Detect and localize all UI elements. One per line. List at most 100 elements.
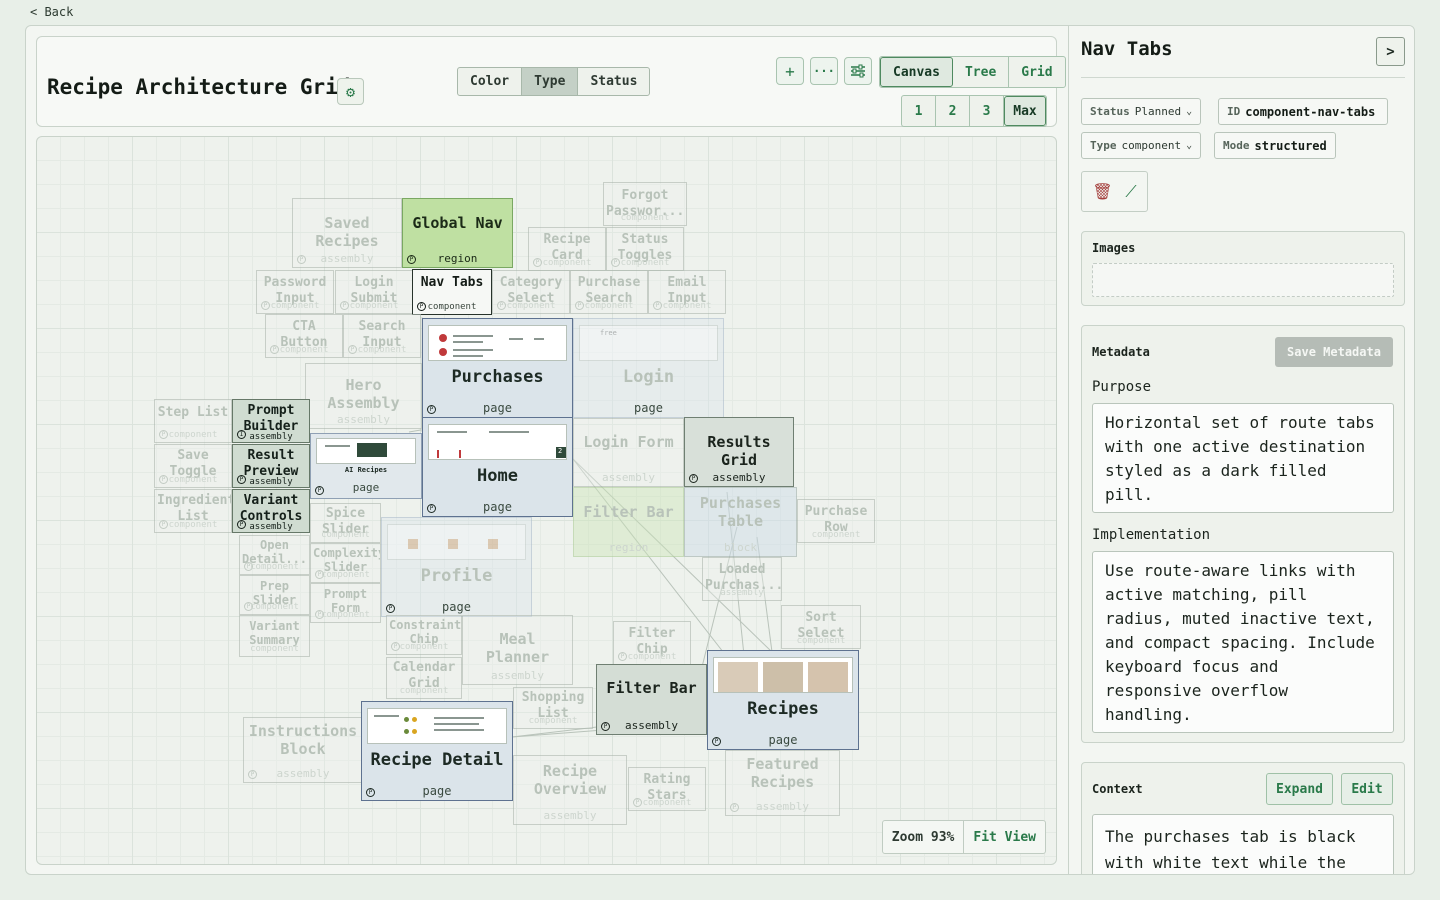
type-select[interactable]: Type component ⌄	[1081, 132, 1202, 159]
view-canvas[interactable]: Canvas	[880, 57, 953, 87]
node-variant-summary[interactable]: Variant Summary component	[239, 615, 310, 657]
metadata-label: Metadata	[1092, 345, 1150, 359]
depth-3[interactable]: 3	[970, 96, 1004, 126]
node-meal-planner[interactable]: Meal Planner assembly	[462, 615, 573, 685]
node-login-form[interactable]: Login Form assembly	[573, 418, 684, 487]
app-window: Recipe Architecture Grid ⚙ Color Type St…	[25, 25, 1415, 875]
node-hero-assembly[interactable]: Hero Assembly assembly	[305, 363, 422, 429]
gear-icon: ⚙	[345, 82, 356, 101]
node-purchases[interactable]: Purchases Ppage	[422, 318, 573, 418]
lens-type[interactable]: Type	[522, 68, 579, 95]
inspector-panel: Nav Tabs > Status Planned ⌄ ID component…	[1068, 26, 1414, 874]
node-login-submit[interactable]: Login Submit Pcomponent	[335, 270, 413, 314]
sliders-icon	[851, 64, 865, 78]
node-ai-recipes[interactable]: AI Recipes Ppage	[310, 433, 422, 499]
node-search-input[interactable]: Search Input Pcomponent	[343, 314, 421, 358]
node-status-toggles[interactable]: Status Toggles Pcomponent	[606, 227, 684, 271]
lens-color[interactable]: Color	[458, 68, 523, 95]
node-home[interactable]: 2 Home Ppage	[422, 417, 573, 517]
node-loaded-purchases[interactable]: Loaded Purchas... assembly	[702, 557, 782, 601]
fit-view-button[interactable]: Fit View	[964, 821, 1045, 853]
node-cta-button[interactable]: CTA Button Pcomponent	[265, 314, 343, 358]
context-label: Context	[1092, 782, 1143, 796]
node-result-preview[interactable]: Result Preview Passembly	[232, 444, 310, 488]
node-save-toggle[interactable]: Save Toggle Pcomponent	[154, 444, 232, 488]
node-constraint-chip[interactable]: Constraint Chip Pcomponent	[386, 615, 462, 655]
id-value: component-nav-tabs	[1245, 104, 1376, 119]
implementation-textarea[interactable]: Use route-aware links with active matchi…	[1092, 551, 1394, 733]
trash-icon[interactable]: 🗑︎	[1092, 182, 1112, 201]
status-key: Status	[1090, 105, 1130, 118]
view-grid[interactable]: Grid	[1009, 57, 1064, 87]
settings-button[interactable]: ⚙	[337, 78, 364, 105]
node-rating-stars[interactable]: Rating Stars Pcomponent	[628, 767, 706, 811]
zoom-level: Zoom 93%	[883, 821, 965, 853]
images-section: Images	[1081, 231, 1405, 306]
node-password-input[interactable]: Password Input Pcomponent	[256, 270, 334, 314]
image-dropzone[interactable]	[1092, 263, 1394, 297]
node-filter-bar-region[interactable]: Filter Bar region	[573, 487, 684, 557]
node-open-detail[interactable]: Open Detail... Pcomponent	[239, 535, 310, 575]
expand-button[interactable]: Expand	[1266, 773, 1333, 805]
node-global-nav[interactable]: Global Nav Pregion	[402, 198, 513, 268]
filters-button[interactable]	[844, 57, 872, 85]
node-tools: 🗑︎ ⟋	[1081, 171, 1148, 212]
node-step-list[interactable]: Step List Pcomponent	[154, 399, 232, 443]
node-login[interactable]: free Login page	[573, 318, 724, 418]
node-email-input[interactable]: Email Input Pcomponent	[648, 270, 726, 314]
magic-wand-icon[interactable]: ⟋	[1125, 182, 1136, 202]
node-ingredient-list[interactable]: Ingredient List Pcomponent	[154, 489, 232, 533]
depth-2[interactable]: 2	[936, 96, 970, 126]
node-purchase-search[interactable]: Purchase Search Pcomponent	[570, 270, 648, 314]
back-link[interactable]: < Back	[30, 5, 73, 19]
node-results-grid[interactable]: Results Grid Passembly	[684, 417, 794, 487]
node-forgot-password[interactable]: Forgot Passwor... component	[603, 182, 687, 226]
node-featured-recipes[interactable]: Featured Recipes Passembly	[725, 750, 840, 816]
lens-status[interactable]: Status	[578, 68, 649, 95]
node-complexity-slider[interactable]: Complexity Slider Pcomponent	[310, 543, 381, 583]
more-button[interactable]: ···	[810, 57, 838, 85]
add-button[interactable]: +	[776, 57, 804, 85]
purpose-textarea[interactable]: Horizontal set of route tabs with one ac…	[1092, 403, 1394, 513]
node-purchases-table[interactable]: Purchases Table block	[684, 487, 797, 557]
depth-1[interactable]: 1	[902, 96, 936, 126]
node-prompt-form[interactable]: Prompt Form Pcomponent	[310, 583, 381, 623]
node-filter-bar[interactable]: Filter Bar Passembly	[596, 664, 707, 735]
depth-max[interactable]: Max	[1004, 96, 1046, 126]
status-select[interactable]: Status Planned ⌄	[1081, 98, 1202, 125]
node-recipe-overview[interactable]: Recipe Overview assembly	[513, 755, 627, 825]
ai-recipes-thumbnail	[316, 438, 416, 464]
id-chip: ID component-nav-tabs	[1218, 98, 1388, 125]
node-profile[interactable]: Profile Ppage	[381, 517, 532, 617]
node-saved-recipes[interactable]: Saved Recipes Passembly	[292, 198, 402, 268]
panel-divider	[1081, 77, 1405, 78]
node-category-select[interactable]: Category Select Pcomponent	[492, 270, 570, 314]
architecture-canvas[interactable]: Saved Recipes Passembly Global Nav Pregi…	[36, 136, 1057, 865]
node-spice-slider[interactable]: Spice Slider component	[310, 503, 381, 543]
node-instructions-block[interactable]: Instructions Block Passembly	[243, 717, 363, 783]
mode-chip: Mode structured	[1214, 132, 1336, 159]
node-recipe-detail[interactable]: Recipe Detail Ppage	[361, 701, 513, 801]
edit-button[interactable]: Edit	[1341, 773, 1393, 805]
node-filter-chip[interactable]: Filter Chip Pcomponent	[613, 621, 691, 665]
plus-icon: +	[785, 61, 795, 81]
node-shopping-list[interactable]: Shopping List component	[513, 687, 593, 729]
status-value: Planned	[1134, 105, 1182, 118]
node-prep-slider[interactable]: Prep Slider Pcomponent	[239, 575, 310, 615]
node-recipes[interactable]: Recipes Ppage	[707, 650, 859, 750]
node-sort-select[interactable]: Sort Select component	[781, 605, 861, 649]
view-tree[interactable]: Tree	[953, 57, 1010, 87]
node-recipe-card[interactable]: Recipe Card Pcomponent	[528, 227, 606, 271]
type-key: Type	[1090, 139, 1117, 152]
implementation-label: Implementation	[1092, 527, 1211, 543]
chevron-down-icon: ⌄	[1186, 106, 1193, 117]
collapse-panel-button[interactable]: >	[1376, 37, 1405, 66]
node-prompt-builder[interactable]: Prompt Builder Iassembly	[232, 399, 310, 443]
node-nav-tabs[interactable]: Nav Tabs Pcomponent	[412, 269, 492, 315]
node-purchase-row[interactable]: Purchase Row component	[797, 499, 875, 543]
chevron-down-icon: ⌄	[1186, 140, 1193, 151]
save-metadata-button[interactable]: Save Metadata	[1275, 337, 1393, 367]
node-calendar-grid[interactable]: Calendar Grid component	[386, 657, 462, 699]
images-label: Images	[1092, 241, 1136, 255]
node-variant-controls[interactable]: Variant Controls Passembly	[232, 489, 310, 533]
